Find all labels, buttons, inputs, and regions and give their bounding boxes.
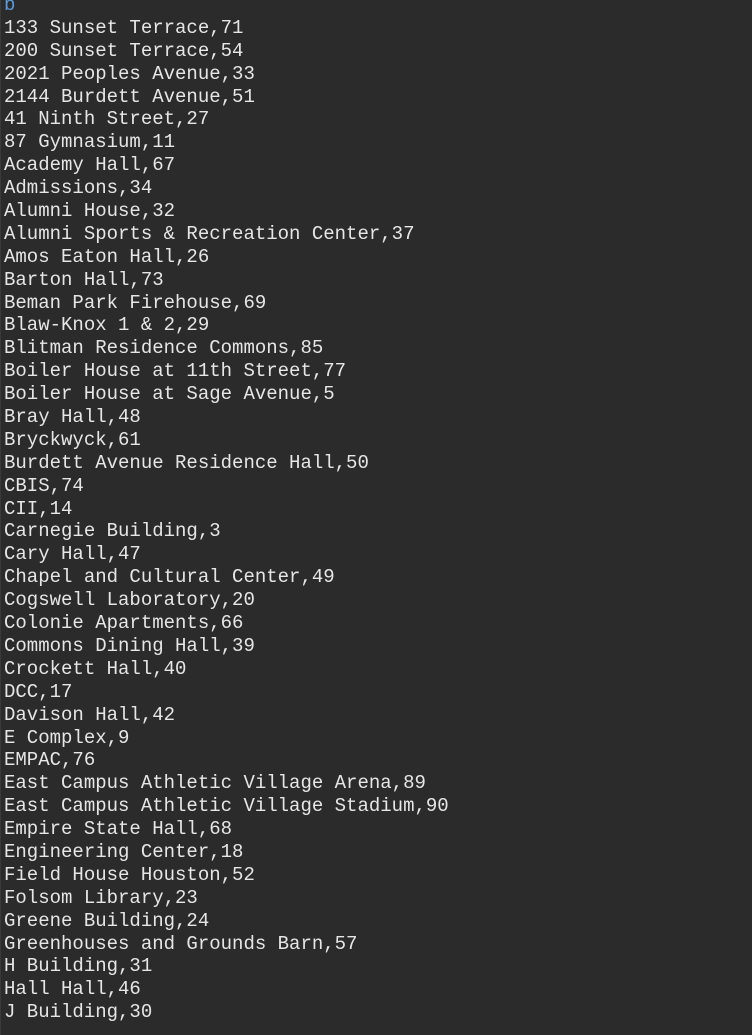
text-line[interactable]: 87 Gymnasium,11 <box>4 131 449 154</box>
text-line[interactable]: Blaw-Knox 1 & 2,29 <box>4 314 449 337</box>
text-line[interactable]: Bryckwyck,61 <box>4 429 449 452</box>
text-line[interactable]: H Building,31 <box>4 955 449 978</box>
text-line[interactable]: Cary Hall,47 <box>4 543 449 566</box>
text-line[interactable]: Boiler House at Sage Avenue,5 <box>4 383 449 406</box>
text-line[interactable]: Engineering Center,18 <box>4 841 449 864</box>
text-line[interactable]: Cogswell Laboratory,20 <box>4 589 449 612</box>
text-line[interactable]: EMPAC,76 <box>4 749 449 772</box>
text-line[interactable]: Greenhouses and Grounds Barn,57 <box>4 933 449 956</box>
text-line[interactable]: Davison Hall,42 <box>4 704 449 727</box>
text-line[interactable]: Barton Hall,73 <box>4 269 449 292</box>
text-line[interactable]: East Campus Athletic Village Stadium,90 <box>4 795 449 818</box>
text-line[interactable]: Burdett Avenue Residence Hall,50 <box>4 452 449 475</box>
text-line[interactable]: J Building,30 <box>4 1001 449 1024</box>
text-line[interactable]: 133 Sunset Terrace,71 <box>4 17 449 40</box>
text-line[interactable]: Beman Park Firehouse,69 <box>4 292 449 315</box>
text-line[interactable]: East Campus Athletic Village Arena,89 <box>4 772 449 795</box>
text-line[interactable]: Commons Dining Hall,39 <box>4 635 449 658</box>
text-line[interactable]: E Complex,9 <box>4 727 449 750</box>
text-line[interactable]: Bray Hall,48 <box>4 406 449 429</box>
text-line[interactable]: Alumni House,32 <box>4 200 449 223</box>
text-line[interactable]: Academy Hall,67 <box>4 154 449 177</box>
text-line[interactable]: Folsom Library,23 <box>4 887 449 910</box>
text-line[interactable]: CII,14 <box>4 498 449 521</box>
text-line[interactable]: 41 Ninth Street,27 <box>4 108 449 131</box>
text-line[interactable]: Alumni Sports & Recreation Center,37 <box>4 223 449 246</box>
text-line[interactable]: Crockett Hall,40 <box>4 658 449 681</box>
text-line[interactable]: Carnegie Building,3 <box>4 520 449 543</box>
text-line[interactable]: Hall Hall,46 <box>4 978 449 1001</box>
text-line[interactable]: Greene Building,24 <box>4 910 449 933</box>
text-editor[interactable]: b 133 Sunset Terrace,71 200 Sunset Terrac… <box>0 0 752 1035</box>
text-line[interactable]: Chapel and Cultural Center,49 <box>4 566 449 589</box>
text-line[interactable]: 2144 Burdett Avenue,51 <box>4 86 449 109</box>
text-line[interactable]: 2021 Peoples Avenue,33 <box>4 63 449 86</box>
text-line[interactable]: Boiler House at 11th Street,77 <box>4 360 449 383</box>
text-line[interactable]: Admissions,34 <box>4 177 449 200</box>
text-line[interactable]: Colonie Apartments,66 <box>4 612 449 635</box>
text-line[interactable]: DCC,17 <box>4 681 449 704</box>
text-line[interactable]: Field House Houston,52 <box>4 864 449 887</box>
text-line[interactable]: CBIS,74 <box>4 475 449 498</box>
text-line[interactable]: 200 Sunset Terrace,54 <box>4 40 449 63</box>
text-line[interactable]: Empire State Hall,68 <box>4 818 449 841</box>
text-line[interactable]: Blitman Residence Commons,85 <box>4 337 449 360</box>
text-line[interactable]: Amos Eaton Hall,26 <box>4 246 449 269</box>
text-lines: b 133 Sunset Terrace,71 200 Sunset Terrac… <box>4 0 449 1024</box>
header-line[interactable]: b <box>4 0 449 17</box>
